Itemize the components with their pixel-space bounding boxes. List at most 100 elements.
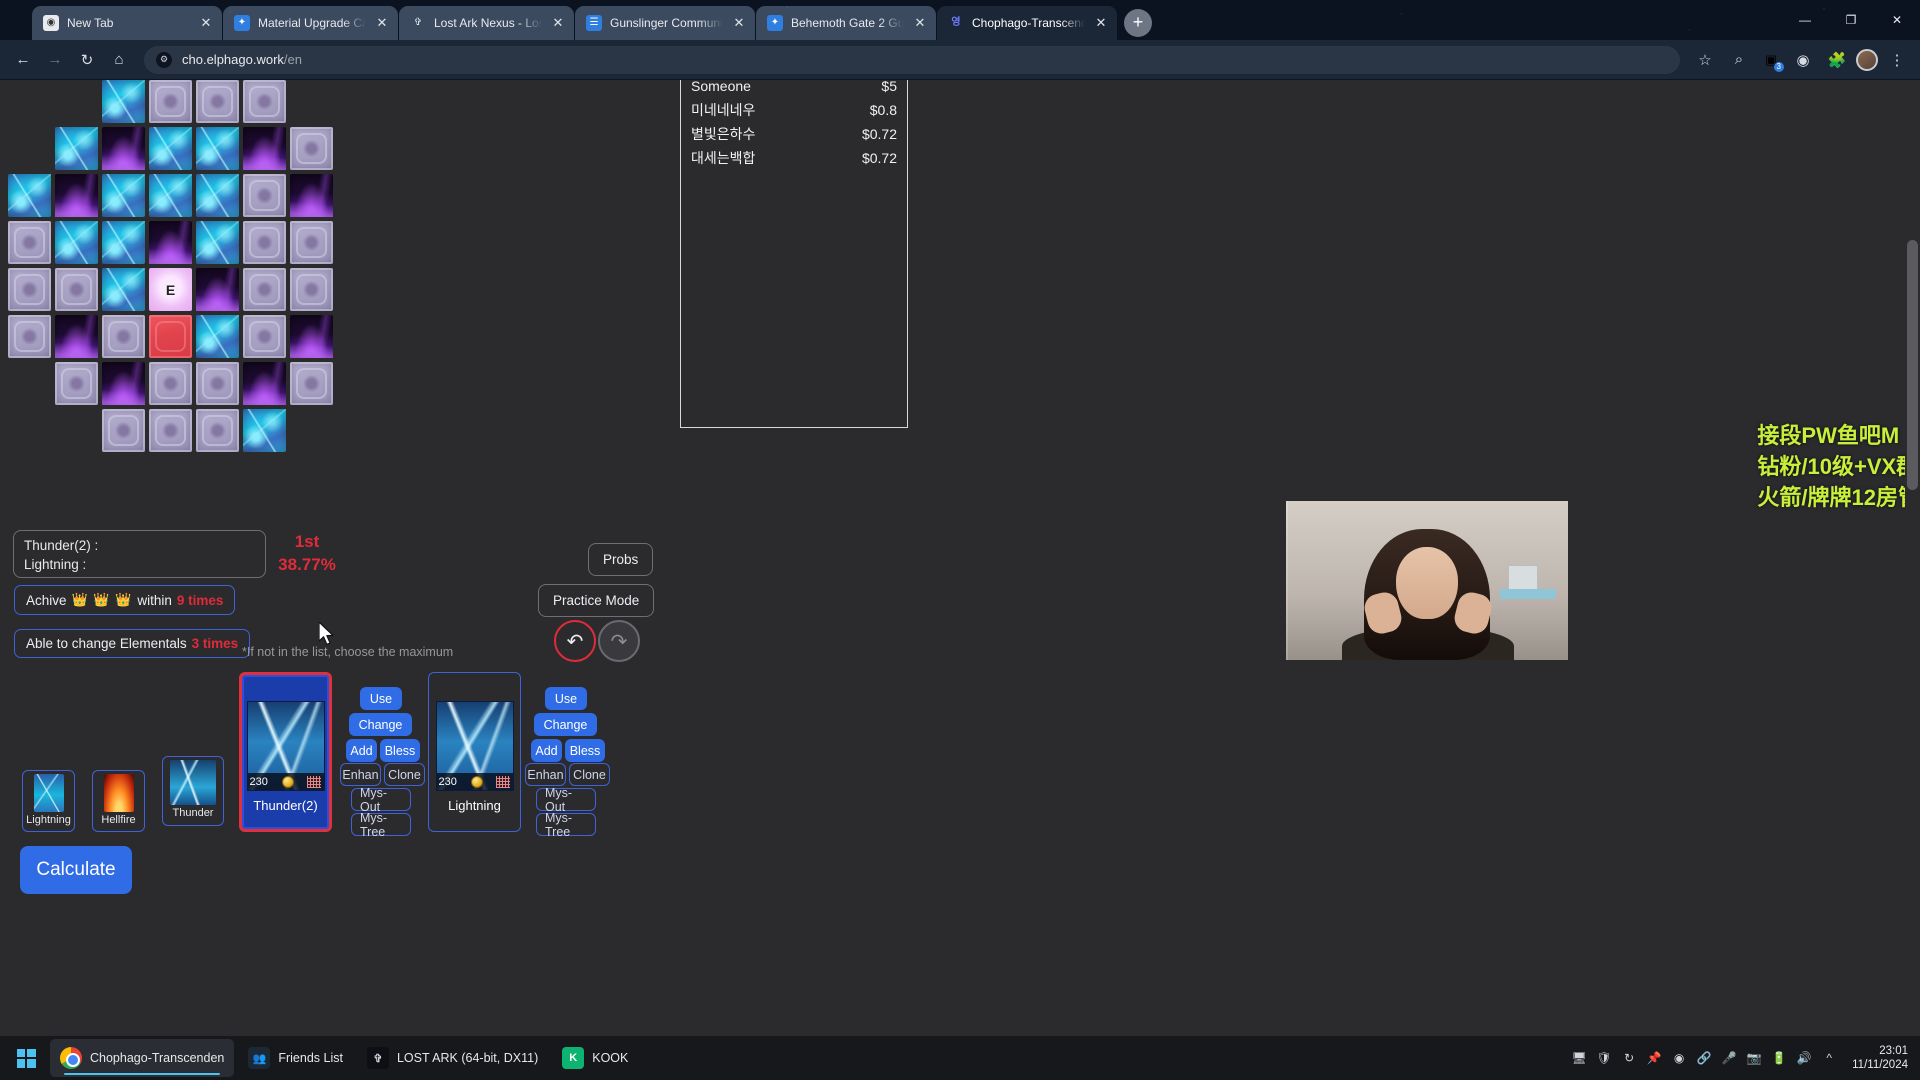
grid-tile-blue[interactable] bbox=[196, 221, 239, 264]
grid-tile-purple[interactable] bbox=[55, 174, 98, 217]
volume-icon[interactable]: 🔊 bbox=[1796, 1050, 1812, 1066]
link-icon[interactable]: 🔗 bbox=[1696, 1050, 1712, 1066]
close-icon[interactable]: ✕ bbox=[374, 15, 390, 31]
element-thumb-lightning[interactable]: Lightning bbox=[22, 770, 75, 832]
taskbar-item-chrome[interactable]: Chophago-Transcenden bbox=[50, 1039, 235, 1077]
grid-tile-stone[interactable] bbox=[243, 221, 286, 264]
grid-tile-stone[interactable] bbox=[290, 268, 333, 311]
bless-button-1[interactable]: Bless bbox=[380, 739, 420, 762]
grid-tile-blue[interactable] bbox=[243, 409, 286, 452]
grid-tile-stone[interactable] bbox=[243, 174, 286, 217]
grid-tile-stone[interactable] bbox=[149, 362, 192, 405]
minimize-button[interactable]: — bbox=[1782, 0, 1828, 40]
grid-tile-stone[interactable] bbox=[243, 80, 286, 123]
browser-tab-2[interactable]: ✞ Lost Ark Nexus - Lost Ark Class ✕ bbox=[399, 6, 574, 40]
gem-card-selected[interactable]: 230 Thunder(2) bbox=[239, 672, 332, 832]
grid-tile-stone[interactable] bbox=[55, 362, 98, 405]
grid-tile-stone[interactable] bbox=[196, 362, 239, 405]
grid-tile-blue[interactable] bbox=[102, 80, 145, 123]
grid-tile-blue[interactable] bbox=[149, 174, 192, 217]
gem-card-alt[interactable]: 230 Lightning bbox=[428, 672, 521, 832]
grid-tile-stone[interactable] bbox=[196, 409, 239, 452]
chevron-up-icon[interactable]: ^ bbox=[1821, 1050, 1837, 1066]
page-scrollbar-track[interactable] bbox=[1905, 80, 1920, 1080]
windows-logo-icon[interactable] bbox=[6, 1038, 46, 1078]
grid-tile-blue[interactable] bbox=[8, 174, 51, 217]
practice-mode-button[interactable]: Practice Mode bbox=[538, 584, 655, 617]
grid-tile-stone[interactable] bbox=[290, 221, 333, 264]
circle-icon[interactable]: ◉ bbox=[1671, 1050, 1687, 1066]
close-icon[interactable]: ✕ bbox=[731, 15, 747, 31]
grid-tile-stone[interactable] bbox=[290, 362, 333, 405]
grid-tile-purple[interactable] bbox=[149, 221, 192, 264]
grid-tile-blue[interactable] bbox=[55, 221, 98, 264]
grid-tile-blue[interactable] bbox=[102, 174, 145, 217]
chrome-profile-dot-icon[interactable]: ◉ bbox=[1788, 45, 1818, 75]
browser-tab-4[interactable]: ✦ Behemoth Gate 2 Guide - Lost ✕ bbox=[756, 6, 936, 40]
browser-tab-5-active[interactable]: 영 Chophago-Transcendence Advi ✕ bbox=[937, 6, 1117, 40]
taskbar-clock[interactable]: 23:01 11/11/2024 bbox=[1852, 1044, 1908, 1072]
grid-tile-stone[interactable] bbox=[196, 80, 239, 123]
grid-tile-blue[interactable] bbox=[196, 315, 239, 358]
grid-tile-stone[interactable] bbox=[102, 315, 145, 358]
pin-icon[interactable]: 📌 bbox=[1646, 1050, 1662, 1066]
extension-badge-icon[interactable]: ▣ 3 bbox=[1758, 47, 1784, 73]
grid-tile-stone[interactable] bbox=[8, 221, 51, 264]
grid-tile-pinkE[interactable]: E bbox=[149, 268, 192, 311]
back-icon[interactable]: ← bbox=[8, 45, 38, 75]
grid-tile-stone[interactable] bbox=[8, 268, 51, 311]
grid-tile-purple[interactable] bbox=[55, 315, 98, 358]
grid-tile-purple[interactable] bbox=[196, 268, 239, 311]
browser-tab-0[interactable]: ◉ New Tab ✕ bbox=[32, 6, 222, 40]
grid-tile-blue[interactable] bbox=[102, 268, 145, 311]
home-icon[interactable]: ⌂ bbox=[104, 45, 134, 75]
close-icon[interactable]: ✕ bbox=[912, 15, 928, 31]
close-window-button[interactable]: ✕ bbox=[1874, 0, 1920, 40]
grid-tile-blue[interactable] bbox=[196, 174, 239, 217]
redo-arrow-icon[interactable]: ↷ bbox=[598, 620, 640, 662]
forward-icon[interactable]: → bbox=[40, 45, 70, 75]
grid-tile-stone[interactable] bbox=[8, 315, 51, 358]
site-info-icon[interactable]: ⚙ bbox=[156, 51, 172, 68]
mic-icon[interactable]: 🎤 bbox=[1721, 1050, 1737, 1066]
search-icon[interactable]: ⌕ bbox=[1724, 45, 1754, 75]
shield-icon[interactable]: 🛡 bbox=[1596, 1050, 1612, 1066]
use-button-2[interactable]: Use bbox=[545, 687, 587, 710]
grid-tile-stone[interactable] bbox=[55, 268, 98, 311]
grid-tile-blue[interactable] bbox=[196, 127, 239, 170]
grid-tile-blue[interactable] bbox=[102, 221, 145, 264]
grid-tile-purple[interactable] bbox=[243, 362, 286, 405]
grid-tile-stone[interactable] bbox=[243, 268, 286, 311]
change-button-1[interactable]: Change bbox=[349, 713, 412, 736]
profile-avatar[interactable] bbox=[1856, 48, 1878, 71]
grid-tile-stone[interactable] bbox=[243, 315, 286, 358]
grid-tile-blue[interactable] bbox=[55, 127, 98, 170]
browser-tab-1[interactable]: ✦ Material Upgrade Calculator To ✕ bbox=[223, 6, 398, 40]
change-button-2[interactable]: Change bbox=[534, 713, 597, 736]
mys-tree-button-2[interactable]: Mys-Tree bbox=[536, 811, 596, 839]
use-button-1[interactable]: Use bbox=[360, 687, 402, 710]
browser-menu-icon[interactable]: ⋮ bbox=[1882, 45, 1912, 75]
taskbar-item-friends[interactable]: 👥 Friends List bbox=[238, 1039, 353, 1077]
close-icon[interactable]: ✕ bbox=[550, 15, 566, 31]
page-scrollbar-thumb[interactable] bbox=[1907, 240, 1918, 490]
calculate-button[interactable]: Calculate bbox=[20, 846, 132, 894]
mys-out-button-2[interactable]: Mys-Out bbox=[536, 786, 596, 814]
new-tab-button[interactable]: + bbox=[1124, 9, 1152, 37]
grid-tile-red[interactable] bbox=[149, 315, 192, 358]
element-thumb-hellfire[interactable]: Hellfire bbox=[92, 770, 145, 832]
close-icon[interactable]: ✕ bbox=[198, 15, 214, 31]
grid-tile-stone[interactable] bbox=[149, 80, 192, 123]
grid-tile-purple[interactable] bbox=[290, 315, 333, 358]
grid-tile-stone[interactable] bbox=[290, 127, 333, 170]
probs-button[interactable]: Probs bbox=[588, 543, 654, 576]
grid-tile-blue[interactable] bbox=[149, 127, 192, 170]
undo-arrow-icon[interactable]: ↶ bbox=[554, 620, 596, 662]
clone-button-1[interactable]: Clone bbox=[384, 763, 425, 786]
grid-tile-stone[interactable] bbox=[149, 409, 192, 452]
grid-tile-stone[interactable] bbox=[102, 409, 145, 452]
close-icon[interactable]: ✕ bbox=[1093, 15, 1109, 31]
taskbar-item-kook[interactable]: K KOOK bbox=[552, 1039, 638, 1077]
grid-tile-purple[interactable] bbox=[102, 362, 145, 405]
reload-icon[interactable]: ↻ bbox=[72, 45, 102, 75]
